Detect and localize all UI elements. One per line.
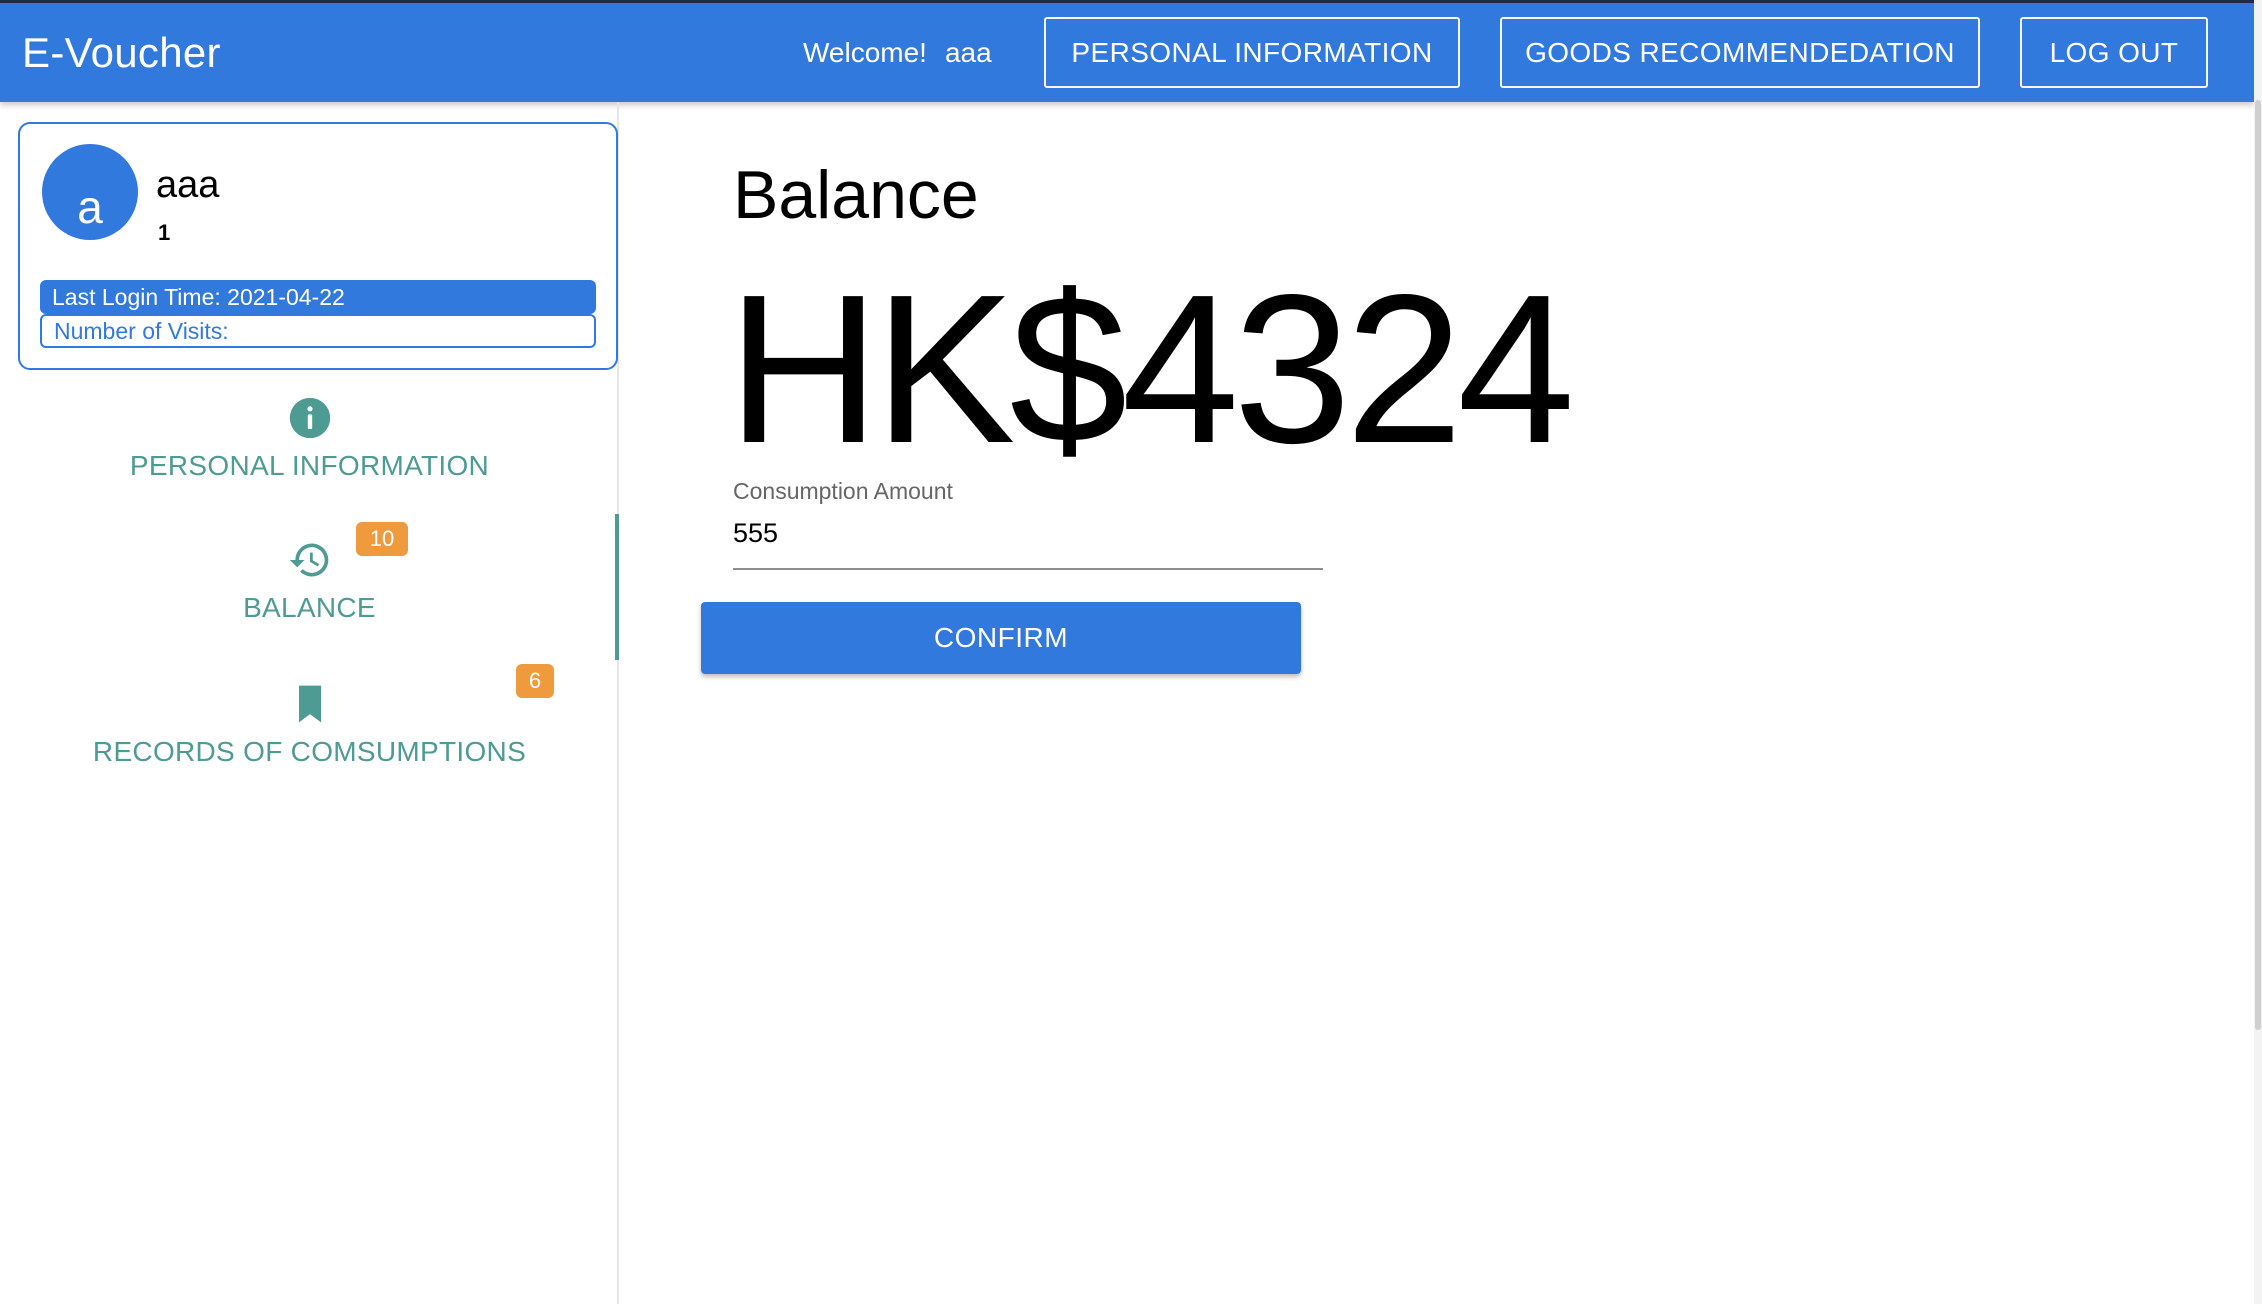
welcome-message: Welcome! aaa bbox=[803, 3, 992, 102]
profile-card: a aaa 1 Last Login Time: 2021-04-22 Numb… bbox=[18, 122, 618, 370]
app-title: E-Voucher bbox=[22, 28, 221, 76]
history-icon bbox=[288, 538, 332, 582]
scrollbar-thumb[interactable] bbox=[2255, 100, 2261, 1030]
bookmark-icon bbox=[288, 682, 332, 726]
sidebar-item-label: RECORDS OF COMSUMPTIONS bbox=[92, 736, 527, 767]
confirm-button[interactable]: CONFIRM bbox=[701, 602, 1301, 674]
avatar: a bbox=[42, 144, 138, 240]
sidebar-item-personal-information[interactable]: PERSONAL INFORMATION bbox=[0, 396, 619, 506]
page: E-Voucher Welcome! aaa PERSONAL INFORMAT… bbox=[0, 0, 2262, 1304]
personal-information-button[interactable]: PERSONAL INFORMATION bbox=[1044, 17, 1460, 88]
main-content: Balance HK$4324 Consumption Amount CONFI… bbox=[621, 102, 2254, 1304]
consumption-amount-label: Consumption Amount bbox=[733, 478, 953, 504]
sidebar-item-label: BALANCE bbox=[243, 592, 376, 623]
records-badge: 6 bbox=[516, 664, 554, 698]
goods-recommendation-button[interactable]: GOODS RECOMMENDEDATION bbox=[1500, 17, 1980, 88]
balance-amount: HK$4324 bbox=[727, 250, 1575, 487]
window-scrollbar[interactable] bbox=[2254, 0, 2262, 1304]
sidebar-item-label: PERSONAL INFORMATION bbox=[129, 450, 490, 481]
balance-badge: 10 bbox=[356, 522, 408, 556]
app-bar: E-Voucher Welcome! aaa PERSONAL INFORMAT… bbox=[0, 0, 2254, 102]
user-name: aaa bbox=[156, 164, 220, 206]
sidebar: a aaa 1 Last Login Time: 2021-04-22 Numb… bbox=[0, 102, 619, 1304]
logout-button[interactable]: LOG OUT bbox=[2020, 17, 2208, 88]
page-title: Balance bbox=[733, 157, 979, 233]
active-tab-indicator bbox=[615, 514, 619, 660]
welcome-user: aaa bbox=[944, 36, 992, 68]
visits-chip: Number of Visits: bbox=[40, 314, 596, 348]
consumption-amount-input[interactable] bbox=[733, 510, 1323, 570]
sidebar-item-balance[interactable]: BALANCE bbox=[0, 538, 619, 648]
info-icon bbox=[288, 396, 332, 440]
last-login-chip: Last Login Time: 2021-04-22 bbox=[40, 280, 596, 314]
sidebar-item-records[interactable]: RECORDS OF COMSUMPTIONS bbox=[0, 682, 619, 792]
welcome-prefix: Welcome! bbox=[803, 36, 927, 68]
user-id: 1 bbox=[158, 220, 171, 245]
